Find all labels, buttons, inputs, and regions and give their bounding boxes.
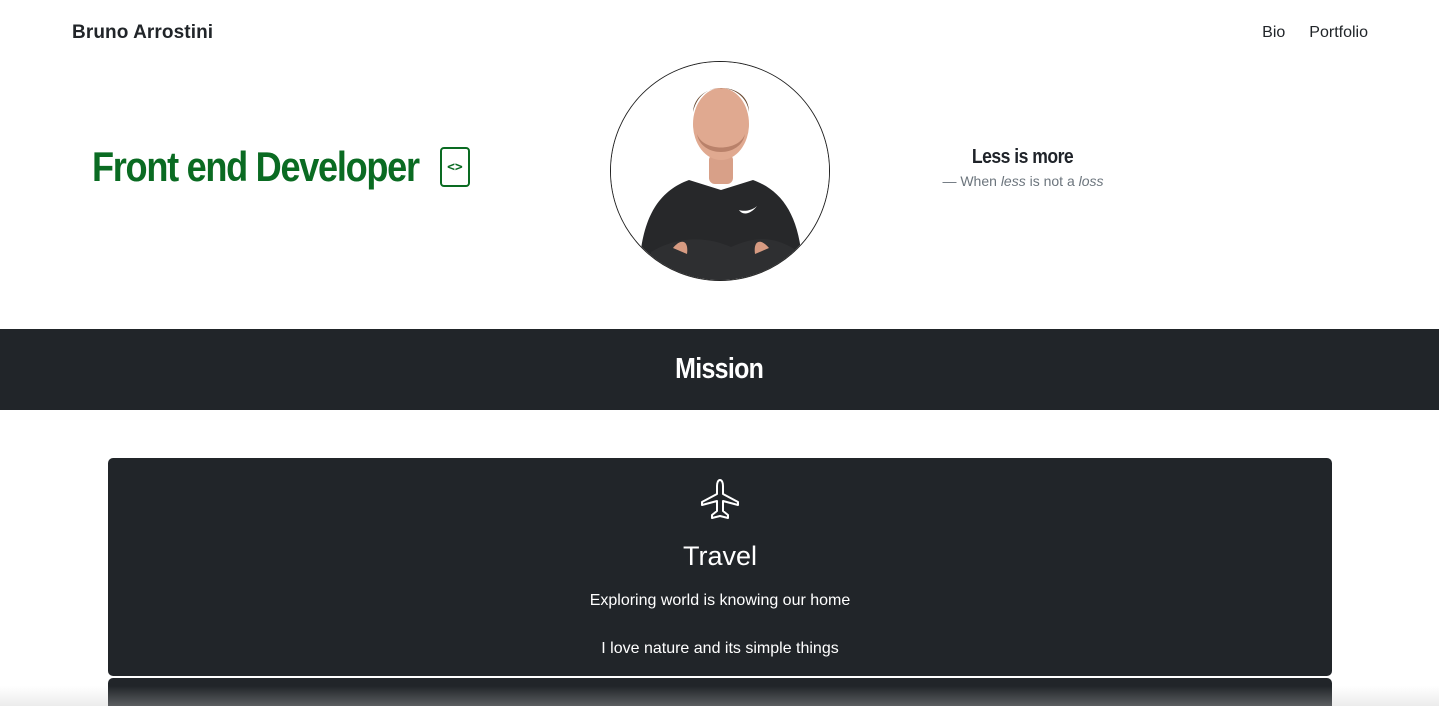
quote-caption-part-1: When [960,173,997,189]
hero-title: Front end Developer [92,143,420,190]
airplane-icon-path [701,479,739,519]
avatar [610,61,830,281]
quote-dash: — [942,173,957,189]
card-text-line: I love nature and its simple things [601,640,839,657]
quote-caption: — When less is not a loss [930,173,1116,189]
hero-heading-group: Front end Developer <> [92,143,470,191]
mission-title: Mission [675,353,764,385]
card-next-partial [108,678,1332,706]
quote-block: Less is more — When less is not a loss [930,146,1116,189]
code-icon: <> [439,147,470,187]
airplane-icon [701,479,739,519]
card-icon-partial [700,696,740,706]
nav-link-portfolio[interactable]: Portfolio [1309,24,1368,42]
navbar: Bruno Arrostini Bio Portfolio [0,0,1439,66]
page: Bruno Arrostini Bio Portfolio Front end … [0,0,1439,706]
nav-link-bio[interactable]: Bio [1262,24,1285,42]
card-travel: Travel Exploring world is knowing our ho… [108,458,1332,676]
nav-links: Bio Portfolio [1262,24,1368,42]
brand-link[interactable]: Bruno Arrostini [72,22,213,44]
quote-title: Less is more [972,146,1074,168]
mission-section-header: Mission [0,329,1439,410]
photo-arms [651,239,796,280]
quote-caption-emphasis-less: less [1000,173,1026,189]
quote-caption-part-3: is not a [1029,173,1075,189]
profile-photo [611,62,829,280]
card-title: Travel [682,541,757,571]
card-text-line: Exploring world is knowing our home [589,592,851,609]
quote-caption-emphasis-loss: loss [1078,173,1104,189]
